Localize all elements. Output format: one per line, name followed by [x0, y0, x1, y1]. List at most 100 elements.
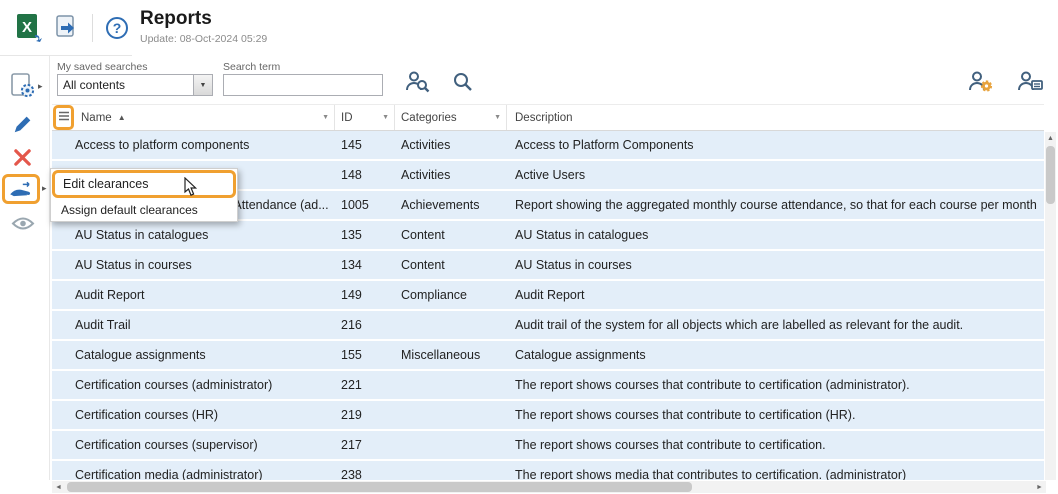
table-menu-highlight-box [53, 105, 74, 130]
table-row[interactable]: Audit Report 149 Compliance Audit Report [52, 281, 1044, 309]
cell-description: The report shows courses that contribute… [507, 408, 1044, 422]
column-label: Description [515, 112, 573, 124]
horizontal-scrollbar-thumb[interactable] [67, 482, 692, 492]
cell-categories: Activities [395, 138, 507, 152]
cell-categories: Activities [395, 168, 507, 182]
table-row[interactable]: Access to platform components 145 Activi… [52, 131, 1044, 159]
column-header-name[interactable]: Name ▲ ▼ [52, 105, 335, 130]
user-print-button[interactable] [1016, 69, 1044, 98]
help-button[interactable]: ? [106, 17, 128, 39]
filter-chevron-icon[interactable]: ▼ [494, 114, 501, 121]
reports-screen: X ? Reports Update: 08-Oct-2024 05:29 My… [0, 0, 1058, 494]
edit-button[interactable] [12, 113, 34, 138]
hand-icon [8, 179, 34, 200]
table-row[interactable]: Certification media (administrator) 238 … [52, 461, 1044, 480]
cell-name: AU Status in catalogues [52, 228, 335, 242]
cell-name: AU Status in courses [52, 258, 335, 272]
excel-export-button[interactable]: X [14, 12, 44, 45]
cell-id: 155 [335, 348, 395, 362]
cell-name: Access to platform components [52, 138, 335, 152]
help-icon: ? [106, 17, 128, 39]
cell-categories: Achievements [395, 198, 507, 212]
menu-item-assign-default-clearances[interactable]: Assign default clearances [51, 199, 237, 221]
cell-description: Access to Platform Components [507, 138, 1044, 152]
chevron-down-icon[interactable]: ▼ [193, 75, 212, 95]
chevron-right-icon[interactable]: ▸ [38, 81, 43, 92]
report-options-button[interactable] [9, 72, 37, 103]
context-menu: Edit clearances Assign default clearance… [50, 168, 238, 222]
user-printer-icon [1016, 69, 1044, 98]
column-header-description[interactable]: Description [507, 105, 1044, 130]
table-menu-icon[interactable] [58, 110, 70, 125]
saved-searches-label: My saved searches [57, 61, 147, 73]
scroll-up-icon[interactable]: ▲ [1045, 132, 1056, 145]
excel-icon: X [14, 12, 44, 45]
column-label: Categories [401, 112, 457, 124]
vertical-scrollbar-thumb[interactable] [1046, 146, 1055, 204]
column-header-id[interactable]: ID ▼ [335, 105, 395, 130]
scroll-right-icon[interactable]: ► [1033, 481, 1046, 493]
cell-categories: Content [395, 258, 507, 272]
cell-description: Report showing the aggregated monthly co… [507, 198, 1044, 212]
vertical-scrollbar[interactable]: ▲ [1045, 132, 1056, 480]
cell-categories: Content [395, 228, 507, 242]
table-row[interactable]: AU Status in catalogues 135 Content AU S… [52, 221, 1044, 249]
cell-id: 238 [335, 468, 395, 480]
filter-chevron-icon[interactable]: ▼ [382, 114, 389, 121]
cell-id: 149 [335, 288, 395, 302]
cell-id: 221 [335, 378, 395, 392]
search-term-label: Search term [223, 61, 280, 73]
table-row[interactable]: AU Status in courses 134 Content AU Stat… [52, 251, 1044, 279]
cell-description: AU Status in courses [507, 258, 1044, 272]
column-header-categories[interactable]: Categories ▼ [395, 105, 507, 130]
header-icon-group: X ? [14, 10, 128, 46]
search-users-button[interactable] [404, 69, 430, 98]
cell-categories: Miscellaneous [395, 348, 507, 362]
user-search-icon [404, 69, 430, 98]
cell-name: Certification media (administrator) [52, 468, 335, 480]
cell-name: Audit Report [52, 288, 335, 302]
search-term-input[interactable] [223, 74, 383, 96]
preview-button[interactable] [11, 216, 35, 234]
document-gear-icon [9, 72, 37, 103]
svg-text:X: X [22, 19, 32, 36]
delete-button[interactable] [13, 148, 32, 170]
cell-name: Audit Trail [52, 318, 335, 332]
cursor-icon [183, 177, 197, 202]
table-row[interactable]: Certification courses (administrator) 22… [52, 371, 1044, 399]
menu-item-edit-clearances[interactable]: Edit clearances [52, 170, 236, 198]
chevron-right-icon[interactable]: ▸ [42, 183, 47, 194]
cell-name: Catalogue assignments [52, 348, 335, 362]
cell-categories: Compliance [395, 288, 507, 302]
cell-id: 216 [335, 318, 395, 332]
user-gear-icon [966, 69, 994, 98]
table-row[interactable]: Audit Trail 216 Audit trail of the syste… [52, 311, 1044, 339]
page-title: Reports [140, 8, 267, 30]
export-report-button[interactable] [53, 14, 79, 43]
filter-chevron-icon[interactable]: ▼ [322, 114, 329, 121]
delete-x-icon [13, 148, 32, 170]
clearances-button[interactable] [8, 179, 34, 200]
cell-description: The report shows courses that contribute… [507, 378, 1044, 392]
cell-id: 134 [335, 258, 395, 272]
column-label: ID [341, 112, 353, 124]
update-timestamp: Update: 08-Oct-2024 05:29 [140, 33, 267, 45]
table-row[interactable]: Certification courses (supervisor) 217 T… [52, 431, 1044, 459]
cell-id: 1005 [335, 198, 395, 212]
cell-description: Active Users [507, 168, 1044, 182]
scroll-left-icon[interactable]: ◄ [52, 481, 65, 493]
search-button[interactable] [452, 71, 474, 96]
clearances-highlight-box [2, 174, 40, 204]
user-settings-button[interactable] [966, 69, 994, 98]
menu-item-label: Edit clearances [63, 177, 148, 191]
cell-id: 217 [335, 438, 395, 452]
cell-description: The report shows courses that contribute… [507, 438, 1044, 452]
table-row[interactable]: Certification courses (HR) 219 The repor… [52, 401, 1044, 429]
horizontal-scrollbar[interactable]: ◄ ► [52, 481, 1046, 493]
cell-description: Audit trail of the system for all object… [507, 318, 1044, 332]
table-row[interactable]: Catalogue assignments 155 Miscellaneous … [52, 341, 1044, 369]
cell-description: The report shows media that contributes … [507, 468, 1044, 480]
saved-searches-select[interactable]: All contents ▼ [57, 74, 213, 96]
cell-name: Certification courses (supervisor) [52, 438, 335, 452]
table-header: Name ▲ ▼ ID ▼ Categories ▼ Description [52, 104, 1044, 131]
